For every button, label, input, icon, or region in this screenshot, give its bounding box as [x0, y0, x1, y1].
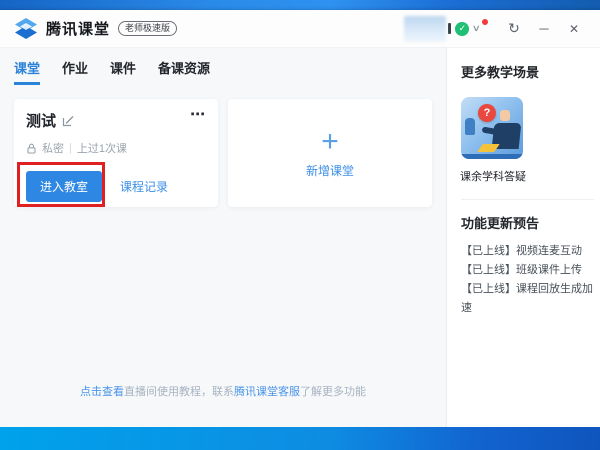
app-title: 腾讯课堂 [46, 21, 111, 38]
tip-text-tail: 了解更多功能 [300, 386, 366, 398]
notification-dot [482, 18, 488, 25]
main-area: 课堂 作业 课件 备课资源 测试 ⋯ 私密 | 上过1次课 进入教室 课程记录 … [0, 48, 446, 427]
scenes-heading: 更多教学场景 [461, 65, 540, 80]
desktop-wallpaper-top [0, 0, 600, 10]
plus-icon: + [321, 124, 339, 158]
minimize-button[interactable]: ─ [532, 21, 556, 36]
meta-separator: | [69, 142, 72, 154]
enter-classroom-button[interactable]: 进入教室 [26, 171, 103, 202]
tab-courseware[interactable]: 课件 [110, 58, 136, 85]
tab-prep-resources[interactable]: 备课资源 [158, 58, 210, 85]
refresh-button[interactable]: ↻ [502, 20, 526, 37]
privacy-label: 私密 [42, 143, 64, 155]
desktop-taskbar-strip [0, 427, 600, 450]
titlebar: 腾讯课堂 老师极速版 ✓ ∨ ↻ ─ ✕ [0, 10, 600, 48]
edit-icon[interactable] [62, 115, 74, 127]
lock-icon [27, 143, 36, 154]
plant-illustration [465, 118, 475, 135]
desk-illustration [461, 154, 523, 159]
close-button[interactable]: ✕ [562, 22, 586, 36]
customer-service-link[interactable]: 腾讯课堂客服 [234, 386, 300, 398]
username-fragment [448, 23, 452, 34]
help-tip: 点击查看直播间使用教程，联系腾讯课堂客服了解更多功能 [0, 383, 446, 399]
scene-tile-qa[interactable]: ? [461, 97, 523, 159]
tab-classroom[interactable]: 课堂 [14, 58, 41, 85]
classroom-title: 测试 [26, 113, 57, 130]
scene-tile-caption: 课余学科答疑 [460, 171, 526, 183]
paper-illustration [477, 144, 500, 152]
edition-badge: 老师极速版 [118, 21, 178, 36]
classroom-card: 测试 ⋯ 私密 | 上过1次课 进入教室 课程记录 [14, 99, 218, 207]
new-classroom-card[interactable]: + 新增课堂 [228, 99, 432, 207]
more-options-button[interactable]: ⋯ [190, 105, 206, 123]
tab-bar: 课堂 作业 课件 备课资源 [0, 48, 446, 93]
tip-text: 直播间使用教程，联系 [124, 386, 234, 398]
blurred-username [404, 15, 447, 42]
course-records-link[interactable]: 课程记录 [120, 178, 168, 195]
update-item: 【已上线】班级课件上传 [461, 264, 582, 276]
update-item: 【已上线】课程回放生成加速 [461, 283, 593, 314]
lesson-count: 上过1次课 [76, 143, 127, 155]
chevron-down-icon[interactable]: ∨ [472, 23, 481, 34]
update-item: 【已上线】视频连麦互动 [461, 245, 582, 257]
classroom-meta: 私密 | 上过1次课 [26, 140, 206, 156]
verified-check-icon: ✓ [455, 21, 470, 36]
sidebar-divider [461, 199, 594, 200]
app-window: 腾讯课堂 老师极速版 ✓ ∨ ↻ ─ ✕ 课堂 作业 课件 备课资源 测试 ⋯ … [0, 10, 600, 427]
question-badge-icon: ? [478, 104, 496, 122]
app-logo-icon [15, 17, 37, 39]
updates-heading: 功能更新预告 [461, 216, 540, 231]
person-head-illustration [500, 110, 510, 121]
sidebar: 更多教学场景 ? 课余学科答疑 功能更新预告 【已上线】视频连麦互动 【已上线】… [446, 48, 600, 427]
tab-homework[interactable]: 作业 [62, 58, 88, 85]
view-tutorial-link[interactable]: 点击查看 [80, 386, 124, 398]
new-classroom-label: 新增课堂 [305, 163, 354, 178]
